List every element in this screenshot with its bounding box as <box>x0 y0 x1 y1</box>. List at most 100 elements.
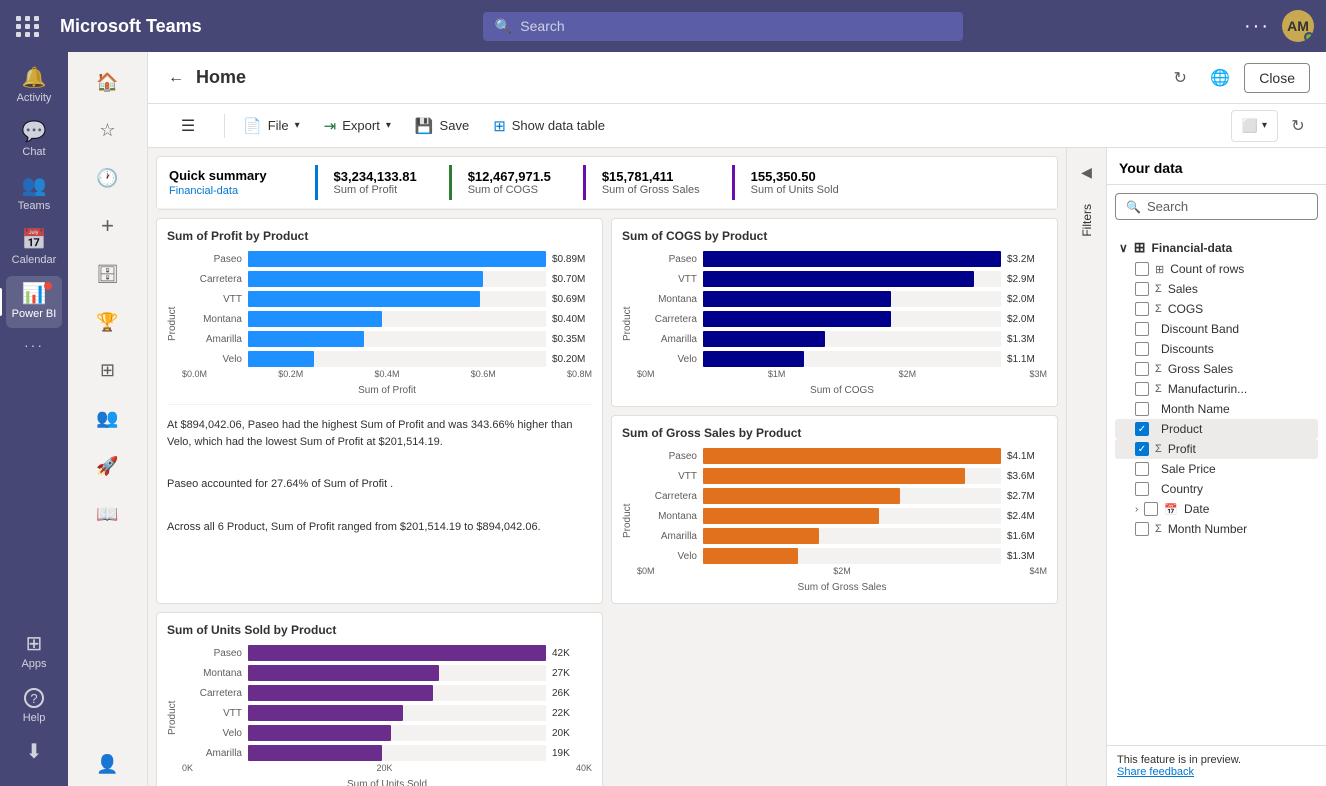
field-checkbox-checked[interactable]: ✓ <box>1135 442 1149 456</box>
field-discount-band[interactable]: Discount Band <box>1115 319 1318 339</box>
download-icon: ⬇ <box>26 742 43 762</box>
field-checkbox[interactable] <box>1135 302 1149 316</box>
sub-nav-grid[interactable]: ⊞ <box>80 348 136 392</box>
more-options-icon[interactable]: ··· <box>1244 15 1270 38</box>
units-sold-x-label: Sum of Units Sold <box>182 779 592 786</box>
sub-nav: 🏠 ☆ 🕐 + 🗄 🏆 ⊞ 👥 🚀 📖 👤 <box>68 52 148 786</box>
field-cogs[interactable]: Σ COGS <box>1115 299 1318 319</box>
units-sold-bars: Paseo42KMontana27KCarretera26KVTT22KVelo… <box>182 645 592 786</box>
search-input[interactable] <box>520 18 951 34</box>
gross-sales-x-axis: $0M$2M$4M <box>637 564 1047 578</box>
sidebar-item-help[interactable]: ? Help <box>6 680 62 732</box>
gross-sales-chart-title: Sum of Gross Sales by Product <box>622 426 1047 440</box>
quick-summary-card: Quick summary Financial-data $3,234,133.… <box>156 156 1058 210</box>
more-icon: ··· <box>24 338 44 352</box>
quick-summary-metrics: $3,234,133.81 Sum of Profit $12,467,971.… <box>299 165 855 200</box>
global-search[interactable]: 🔍 <box>483 12 963 41</box>
sub-nav-book[interactable]: 📖 <box>80 492 136 536</box>
sidebar-item-apps[interactable]: ⊞ Apps <box>6 626 62 678</box>
file-button[interactable]: 📄 File ▾ <box>233 110 310 142</box>
sigma-icon: Σ <box>1155 283 1162 295</box>
sidebar-item-download[interactable]: ⬇ <box>6 734 62 770</box>
bar-row: Carretera$2.0M <box>637 311 1047 327</box>
field-checkbox[interactable] <box>1135 262 1149 276</box>
feedback-link[interactable]: Share feedback <box>1117 766 1194 778</box>
field-product[interactable]: ✓ Product <box>1115 419 1318 439</box>
field-month-number[interactable]: Σ Month Number <box>1115 519 1318 539</box>
field-checkbox[interactable] <box>1135 522 1149 536</box>
sidebar-item-powerbi[interactable]: 📊 Power BI <box>6 276 62 328</box>
bar-row: Velo$0.20M <box>182 351 592 367</box>
sidebar-item-activity[interactable]: 🔔 Activity <box>6 60 62 112</box>
field-month-name[interactable]: Month Name <box>1115 399 1318 419</box>
financial-data-header[interactable]: ∨ ⊞ Financial-data <box>1115 236 1318 259</box>
globe-button[interactable]: 🌐 <box>1204 62 1236 94</box>
sub-nav-add[interactable]: + <box>80 204 136 248</box>
sub-nav-favorites[interactable]: ☆ <box>80 108 136 152</box>
sub-nav-home[interactable]: 🏠 <box>80 60 136 104</box>
field-checkbox[interactable] <box>1135 362 1149 376</box>
sub-nav-users[interactable]: 👥 <box>80 396 136 440</box>
sub-nav-recent[interactable]: 🕐 <box>80 156 136 200</box>
data-search-input[interactable] <box>1147 199 1323 214</box>
field-checkbox[interactable] <box>1135 382 1149 396</box>
sidebar-item-calendar[interactable]: 📅 Calendar <box>6 222 62 274</box>
view-button[interactable]: ⬜ ▾ <box>1231 110 1278 142</box>
data-panel-search[interactable]: 🔍 <box>1115 193 1318 220</box>
back-button[interactable]: ← <box>164 65 188 91</box>
field-checkbox[interactable] <box>1135 342 1149 356</box>
field-checkbox[interactable] <box>1144 502 1158 516</box>
field-count-of-rows[interactable]: ⊞ Count of rows <box>1115 259 1318 279</box>
field-discounts[interactable]: Discounts <box>1115 339 1318 359</box>
sub-nav-trophy[interactable]: 🏆 <box>80 300 136 344</box>
toolbar: ☰ 📄 File ▾ ⇥ Export ▾ 💾 Save ⊞ Show data… <box>148 104 1326 148</box>
save-button[interactable]: 💾 Save <box>405 110 479 142</box>
bar-row: Montana27K <box>182 665 592 681</box>
gross-sales-x-label: Sum of Gross Sales <box>637 582 1047 593</box>
data-panel-body: ∨ ⊞ Financial-data ⊞ Count of rows Σ <box>1107 228 1326 745</box>
grid-icon[interactable] <box>12 12 44 41</box>
field-sales[interactable]: Σ Sales <box>1115 279 1318 299</box>
bar-row: Montana$2.4M <box>637 508 1047 524</box>
sigma-icon: Σ <box>1155 383 1162 395</box>
activity-icon: 🔔 <box>22 68 47 88</box>
metric-cogs: $12,467,971.5 Sum of COGS <box>449 165 567 200</box>
field-date[interactable]: › 📅 Date <box>1115 499 1318 519</box>
gross-sales-bars: Paseo$4.1MVTT$3.6MCarretera$2.7MMontana$… <box>637 448 1047 593</box>
file-icon: 📄 <box>243 117 262 135</box>
bar-row: Montana$0.40M <box>182 311 592 327</box>
sidebar-item-more[interactable]: ··· <box>6 330 62 360</box>
field-country[interactable]: Country <box>1115 479 1318 499</box>
refresh-button[interactable]: ↻ <box>1164 62 1196 94</box>
field-checkbox[interactable] <box>1135 462 1149 476</box>
field-checkbox[interactable] <box>1135 322 1149 336</box>
field-sale-price[interactable]: Sale Price <box>1115 459 1318 479</box>
quick-summary-header: Quick summary Financial-data $3,234,133.… <box>157 157 1057 209</box>
close-button[interactable]: Close <box>1244 63 1310 93</box>
field-gross-sales[interactable]: Σ Gross Sales <box>1115 359 1318 379</box>
sub-nav-user[interactable]: 👤 <box>80 742 136 786</box>
cogs-bars: Paseo$3.2MVTT$2.9MMontana$2.0MCarretera$… <box>637 251 1047 396</box>
field-profit[interactable]: ✓ Σ Profit <box>1115 439 1318 459</box>
export-button[interactable]: ⇥ Export ▾ <box>314 110 401 142</box>
filter-toggle-button[interactable]: ◀ <box>1071 156 1103 188</box>
table-name: Financial-data <box>1152 241 1233 255</box>
summary-line3: Across all 6 Product, Sum of Profit rang… <box>167 515 592 540</box>
field-checkbox[interactable] <box>1135 402 1149 416</box>
toolbar-refresh[interactable]: ↻ <box>1282 110 1314 142</box>
header-bar: ← Home ↻ 🌐 Close <box>148 52 1326 104</box>
show-data-table-button[interactable]: ⊞ Show data table <box>483 110 615 142</box>
sub-nav-database[interactable]: 🗄 <box>80 252 136 296</box>
separator1 <box>224 114 225 138</box>
field-manufacturing[interactable]: Σ Manufacturin... <box>1115 379 1318 399</box>
sidebar-item-teams[interactable]: 👥 Teams <box>6 168 62 220</box>
field-checkbox[interactable] <box>1135 282 1149 296</box>
avatar[interactable]: AM <box>1282 10 1314 42</box>
menu-toggle[interactable]: ☰ <box>160 104 216 148</box>
sub-nav-rocket[interactable]: 🚀 <box>80 444 136 488</box>
sidebar-item-chat[interactable]: 💬 Chat <box>6 114 62 166</box>
bar-row: Amarilla$1.3M <box>637 331 1047 347</box>
field-checkbox-checked[interactable]: ✓ <box>1135 422 1149 436</box>
filters-label: Filters <box>1080 196 1094 245</box>
field-checkbox[interactable] <box>1135 482 1149 496</box>
